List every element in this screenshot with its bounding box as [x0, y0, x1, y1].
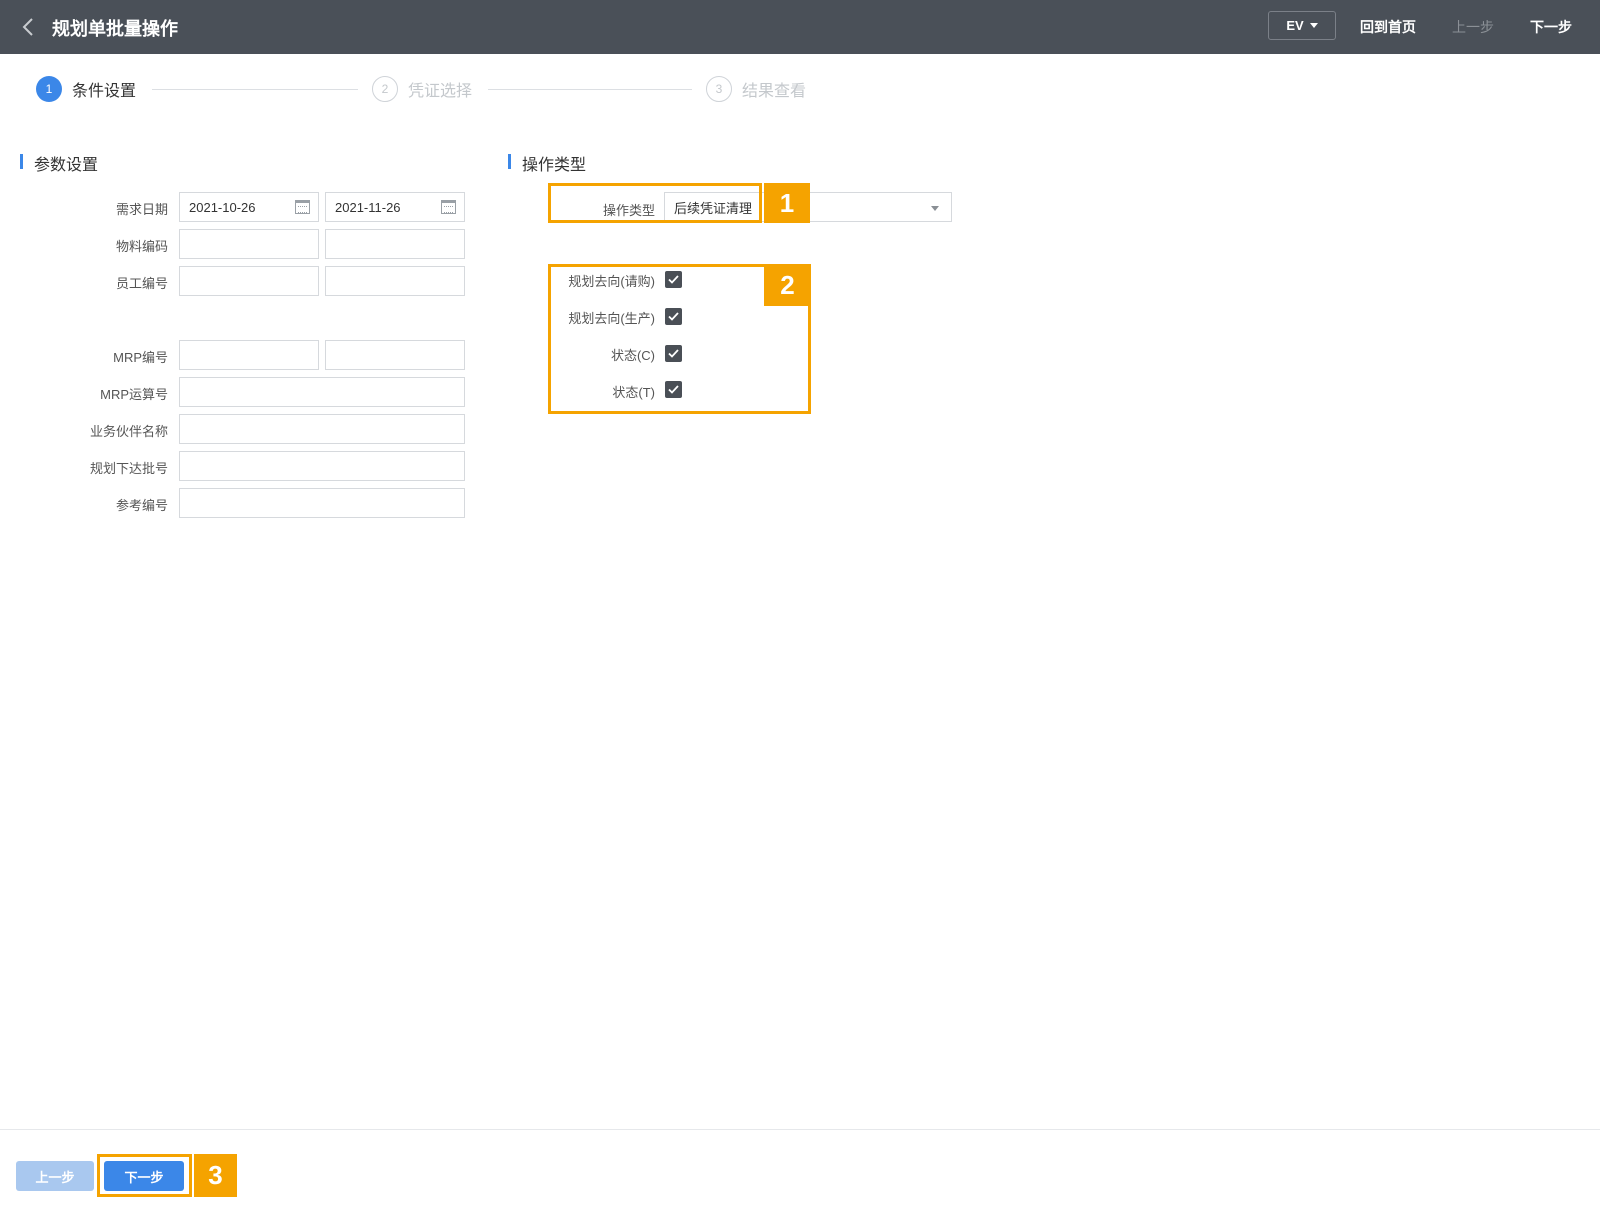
footer-prev-button[interactable]: 上一步 — [16, 1161, 94, 1191]
footer-divider — [0, 1129, 1600, 1130]
demand-date-to-field[interactable]: 2021-11-26 — [325, 192, 465, 222]
step-3: 3 结果查看 — [706, 76, 806, 102]
partner-name-label: 业务伙伴名称 — [89, 424, 168, 439]
step-connector — [152, 89, 358, 90]
calendar-icon[interactable] — [441, 200, 456, 214]
material-code-label: 物料编码 — [115, 239, 168, 254]
demand-date-from-value: 2021-10-26 — [189, 199, 256, 215]
operation-section-title: 操作类型 — [508, 151, 586, 175]
step-2-label: 凭证选择 — [408, 83, 473, 100]
step-1-number: 1 — [36, 76, 62, 102]
page-title: 规划单批量操作 — [52, 19, 178, 39]
annotation-box-1 — [548, 183, 762, 223]
header-prev-link[interactable]: 上一步 — [1452, 17, 1494, 37]
partner-name-field[interactable] — [179, 414, 465, 444]
params-section-title: 参数设置 — [20, 151, 98, 175]
reference-no-field[interactable] — [179, 488, 465, 518]
employee-no-label: 员工编号 — [115, 276, 168, 291]
step-1-label: 条件设置 — [72, 83, 137, 100]
step-3-label: 结果查看 — [742, 83, 807, 100]
step-1: 1 条件设置 — [36, 76, 136, 102]
reference-no-label: 参考编号 — [115, 498, 168, 513]
calendar-icon[interactable] — [295, 200, 310, 214]
chevron-down-icon — [1309, 23, 1318, 28]
step-3-number: 3 — [706, 76, 732, 102]
plan-batch-no-label: 规划下达批号 — [89, 461, 168, 476]
material-code-from-field[interactable] — [179, 229, 319, 259]
chevron-left-icon — [22, 18, 33, 36]
demand-date-label: 需求日期 — [115, 202, 168, 217]
mrp-no-from-field[interactable] — [179, 340, 319, 370]
mrp-no-to-field[interactable] — [325, 340, 465, 370]
mrp-no-label: MRP编号 — [113, 350, 168, 365]
env-select[interactable]: EV — [1268, 11, 1336, 40]
home-link[interactable]: 回到首页 — [1360, 17, 1416, 37]
footer-next-button[interactable]: 下一步 — [104, 1161, 184, 1191]
demand-date-from-field[interactable]: 2021-10-26 — [179, 192, 319, 222]
top-header: 规划单批量操作 EV 回到首页 上一步 下一步 — [0, 0, 1600, 54]
annotation-number-3: 3 — [194, 1154, 237, 1197]
plan-batch-no-field[interactable] — [179, 451, 465, 481]
mrp-calc-no-label: MRP运算号 — [100, 387, 168, 402]
back-button[interactable] — [16, 14, 40, 40]
step-2-number: 2 — [372, 76, 398, 102]
step-connector — [488, 89, 692, 90]
chevron-down-icon — [931, 206, 939, 211]
annotation-number-2: 2 — [764, 264, 811, 306]
material-code-to-field[interactable] — [325, 229, 465, 259]
employee-no-from-field[interactable] — [179, 266, 319, 296]
mrp-calc-no-field[interactable] — [179, 377, 465, 407]
annotation-number-1: 1 — [764, 183, 810, 223]
header-next-link[interactable]: 下一步 — [1530, 17, 1572, 37]
employee-no-to-field[interactable] — [325, 266, 465, 296]
env-value: EV — [1286, 18, 1304, 33]
step-2: 2 凭证选择 — [372, 76, 472, 102]
demand-date-to-value: 2021-11-26 — [335, 199, 401, 215]
